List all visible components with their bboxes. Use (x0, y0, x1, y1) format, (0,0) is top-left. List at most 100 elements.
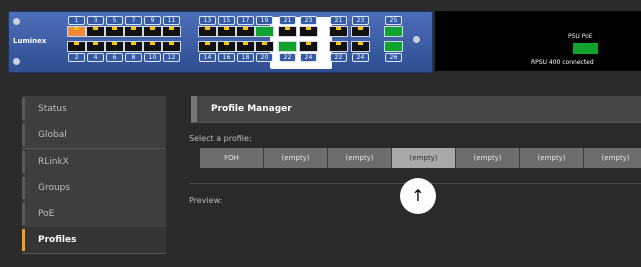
brand-logo: Luminex (13, 37, 47, 45)
port[interactable]: 10 (143, 40, 162, 62)
ethernet-port-icon[interactable] (384, 41, 403, 52)
ethernet-port-icon[interactable] (67, 26, 86, 37)
port-number: 7 (125, 16, 142, 25)
port[interactable]: 20 (255, 40, 274, 62)
ethernet-port-icon[interactable] (255, 26, 274, 37)
port-led-icon (150, 42, 155, 45)
sidebar-item-groups[interactable]: Groups (22, 175, 166, 202)
ethernet-port-icon[interactable] (198, 26, 217, 37)
ethernet-port-icon[interactable] (67, 41, 86, 52)
port[interactable]: 1 (67, 16, 86, 38)
nav-marker (22, 177, 25, 199)
port[interactable]: 17 (236, 16, 255, 38)
port[interactable]: 8 (124, 40, 143, 62)
port-number: 21 (330, 16, 347, 25)
device-header: Luminex 1 2 3 4 5 6 7 8 9 10 11 12 13 14 15 16 17 18 19 20 2… (0, 0, 641, 82)
sidebar-item-rlinkx[interactable]: RLinkX (22, 149, 166, 176)
profile-tab[interactable]: (empty) (264, 148, 328, 168)
port[interactable]: 16 (217, 40, 236, 62)
port[interactable]: 22 (278, 40, 297, 62)
port[interactable]: 22 (329, 40, 348, 62)
arrow-up-icon[interactable]: ↑ (400, 178, 436, 214)
profile-tab-selected[interactable]: (empty) (392, 148, 456, 168)
ethernet-port-icon[interactable] (255, 41, 274, 52)
ethernet-port-icon[interactable] (236, 41, 255, 52)
ethernet-port-icon[interactable] (162, 41, 181, 52)
port-led-icon (150, 27, 155, 30)
ethernet-port-icon[interactable] (329, 26, 348, 37)
sidebar-item-label: Status (38, 104, 67, 114)
port[interactable]: 25 (384, 16, 403, 38)
ethernet-port-icon[interactable] (162, 26, 181, 37)
ethernet-port-icon[interactable] (217, 41, 236, 52)
profile-tab[interactable]: (empty) (456, 148, 520, 168)
nav-marker (22, 98, 25, 120)
ethernet-port-icon[interactable] (236, 26, 255, 37)
profile-tab[interactable]: (empty) (584, 148, 641, 168)
ethernet-port-icon[interactable] (299, 41, 318, 52)
ethernet-port-icon[interactable] (351, 26, 370, 37)
port-number: 25 (385, 16, 402, 25)
port[interactable]: 7 (124, 16, 143, 38)
sidebar-item-profiles[interactable]: Profiles (22, 227, 166, 254)
port[interactable]: 23 (299, 16, 318, 38)
port-led-icon (205, 42, 210, 45)
profile-tabs: FOH (empty) (empty) (empty) (empty) (emp… (200, 148, 641, 168)
ethernet-port-icon[interactable] (86, 41, 105, 52)
port-led-icon (224, 42, 229, 45)
ethernet-port-icon[interactable] (105, 41, 124, 52)
ethernet-port-icon[interactable] (278, 26, 297, 37)
port-number: 18 (237, 53, 254, 62)
port[interactable]: 12 (162, 40, 181, 62)
port[interactable]: 5 (105, 16, 124, 38)
port[interactable]: 4 (86, 40, 105, 62)
sidebar-item-poe[interactable]: PoE (22, 201, 166, 228)
port-led-icon (224, 27, 229, 30)
port[interactable]: 13 (198, 16, 217, 38)
ethernet-port-icon[interactable] (198, 41, 217, 52)
port[interactable]: 19 (255, 16, 274, 38)
port[interactable]: 3 (86, 16, 105, 38)
port[interactable]: 24 (351, 40, 370, 62)
device-status-display: PSU PoE RPSU 400 connected (435, 11, 641, 71)
port-led-icon (169, 42, 174, 45)
sidebar-item-status[interactable]: Status (22, 96, 166, 123)
port-number: 17 (237, 16, 254, 25)
profile-tab[interactable]: FOH (200, 148, 264, 168)
port-number: 1 (68, 16, 85, 25)
port[interactable]: 14 (198, 40, 217, 62)
profile-tab[interactable]: (empty) (328, 148, 392, 168)
ethernet-port-icon[interactable] (217, 26, 236, 37)
ethernet-port-icon[interactable] (105, 26, 124, 37)
port[interactable]: 11 (162, 16, 181, 38)
profile-tab[interactable]: (empty) (520, 148, 584, 168)
ethernet-port-icon[interactable] (384, 26, 403, 37)
port[interactable]: 6 (105, 40, 124, 62)
ethernet-port-icon[interactable] (86, 26, 105, 37)
ethernet-port-icon[interactable] (143, 26, 162, 37)
port-number: 21 (279, 16, 296, 25)
port[interactable]: 21 (329, 16, 348, 38)
ethernet-port-icon[interactable] (351, 41, 370, 52)
port[interactable]: 15 (217, 16, 236, 38)
port[interactable]: 24 (299, 40, 318, 62)
port[interactable]: 21 (278, 16, 297, 38)
port[interactable]: 26 (384, 40, 403, 62)
port[interactable]: 9 (143, 16, 162, 38)
main-content: Profile Manager Select a profile: FOH (e… (189, 82, 641, 267)
ethernet-port-icon[interactable] (299, 26, 318, 37)
ethernet-port-icon[interactable] (278, 41, 297, 52)
sidebar-item-label: PoE (38, 209, 55, 219)
port[interactable]: 23 (351, 16, 370, 38)
port-number: 22 (330, 53, 347, 62)
ethernet-port-icon[interactable] (124, 26, 143, 37)
ethernet-port-icon[interactable] (143, 41, 162, 52)
port-number: 24 (352, 53, 369, 62)
port-led-icon (262, 42, 267, 45)
port[interactable]: 18 (236, 40, 255, 62)
ethernet-port-icon[interactable] (329, 41, 348, 52)
sidebar-item-global[interactable]: Global (22, 122, 166, 149)
ethernet-port-icon[interactable] (124, 41, 143, 52)
port-number: 16 (218, 53, 235, 62)
port[interactable]: 2 (67, 40, 86, 62)
